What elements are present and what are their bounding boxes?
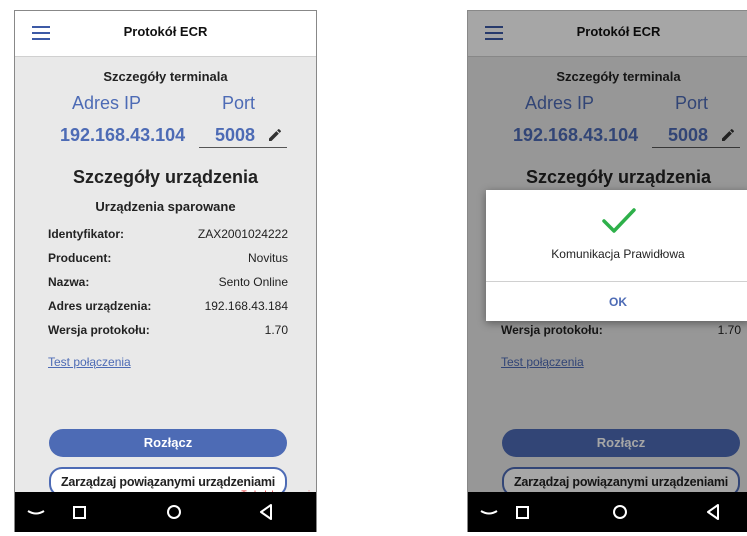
row-label: Identyfikator: — [48, 227, 125, 241]
nav-hide-icon[interactable] — [477, 492, 501, 532]
nav-recents-icon[interactable] — [513, 492, 533, 532]
system-nav-bar — [14, 492, 317, 532]
row-value: 1.70 — [264, 323, 288, 337]
ip-address-value: 192.168.43.104 — [60, 125, 186, 145]
device-row-id: Identyfikator: ZAX2001024222 — [48, 227, 288, 247]
success-dialog: Komunikacja Prawidłowa OK — [486, 190, 747, 321]
test-connection-link[interactable]: Test połączenia — [48, 355, 131, 369]
nav-recents-icon[interactable] — [70, 492, 90, 532]
edit-pencil-icon[interactable] — [267, 127, 283, 143]
row-label: Wersja protokołu: — [48, 323, 150, 337]
device-row-address: Adres urządzenia: 192.168.43.184 — [48, 299, 288, 319]
ip-address-header: Adres IP — [72, 93, 142, 113]
phone-screen-dialog: Protokół ECR Szczegóły terminala Adres I… — [467, 10, 747, 532]
terminal-details-title: Szczegóły terminala — [103, 69, 228, 84]
dialog-ok-button[interactable]: OK — [486, 288, 747, 316]
row-label: Producent: — [48, 251, 112, 265]
device-details-title: Szczegóły urządzenia — [72, 167, 259, 187]
paired-devices-title: Urządzenia sparowane — [95, 199, 236, 214]
row-value: Novitus — [247, 251, 288, 265]
main-content: Szczegóły terminala Adres IP Port 192.16… — [14, 57, 317, 499]
nav-home-icon[interactable] — [610, 492, 630, 532]
check-icon — [602, 208, 636, 233]
device-row-producer: Producent: Novitus — [48, 251, 288, 271]
row-value: ZAX2001024222 — [197, 227, 288, 241]
row-label: Nazwa: — [48, 275, 90, 289]
nav-home-icon[interactable] — [164, 492, 184, 532]
dialog-scrim[interactable]: Komunikacja Prawidłowa OK — [467, 10, 747, 492]
nav-back-icon[interactable] — [703, 492, 723, 532]
app-title: Protokół ECR — [123, 24, 208, 39]
phone-screen-main: Protokół ECR Szczegóły terminala Adres I… — [14, 10, 317, 532]
device-row-protocol: Wersja protokołu: 1.70 — [48, 323, 288, 343]
nav-hide-icon[interactable] — [24, 492, 48, 532]
row-value: 192.168.43.184 — [204, 299, 288, 313]
nav-back-icon[interactable] — [256, 492, 276, 532]
disconnect-button[interactable]: Rozłącz — [49, 429, 287, 457]
port-field[interactable]: 5008 — [199, 121, 287, 148]
dialog-message: Komunikacja Prawidłowa — [551, 247, 685, 261]
row-label: Adres urządzenia: — [48, 299, 152, 313]
device-row-name: Nazwa: Sento Online — [48, 275, 288, 295]
dialog-divider — [486, 281, 747, 282]
port-value: 5008 — [215, 125, 256, 145]
row-value: Sento Online — [218, 275, 288, 289]
system-nav-bar — [467, 492, 747, 532]
app-bar: Protokół ECR — [14, 10, 317, 57]
port-header: Port — [222, 93, 256, 113]
